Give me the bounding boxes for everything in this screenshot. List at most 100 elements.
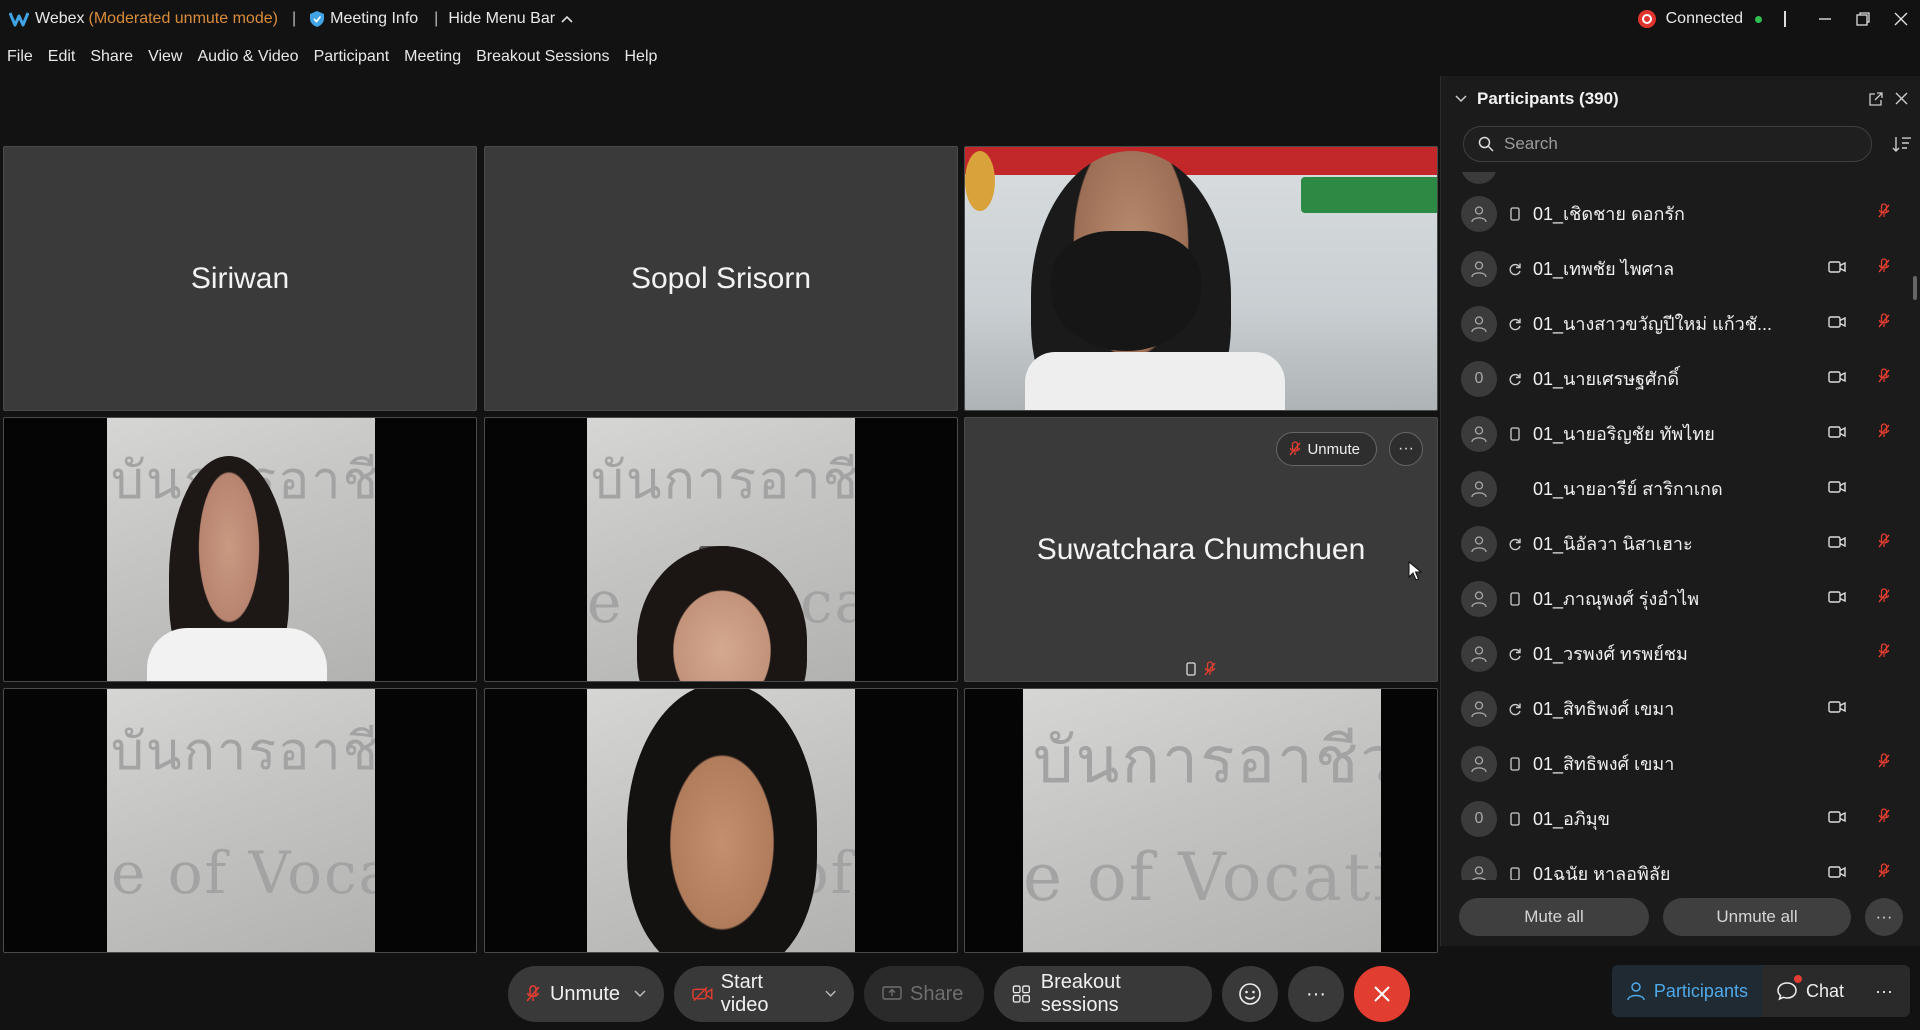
video-icon: [1828, 260, 1846, 273]
video-status: [1828, 480, 1846, 498]
hide-menu-bar-button[interactable]: Hide Menu Bar: [448, 10, 574, 28]
tile-unmute-button[interactable]: Unmute: [1276, 432, 1377, 466]
unread-badge: [1793, 975, 1802, 983]
person-icon: [1471, 425, 1487, 442]
menu-edit[interactable]: Edit: [48, 48, 76, 66]
minimize-button[interactable]: [1806, 0, 1844, 38]
list-item[interactable]: 01_ภาณุพงศ์ รุ่งอำไพ: [1461, 571, 1900, 626]
participant-search-input[interactable]: Search: [1463, 126, 1873, 162]
video-tile-suwatchara[interactable]: Unmute ··· Suwatchara Chumchuen: [964, 417, 1438, 682]
webex-logo-icon: [9, 12, 29, 27]
wall-lettering: บันการอาชีว: [591, 451, 855, 511]
mute-all-button[interactable]: Mute all: [1459, 898, 1649, 936]
leave-meeting-button[interactable]: [1354, 966, 1410, 1022]
face-mask: [1051, 231, 1201, 351]
list-item[interactable]: 01_นายอริญชัย ทัพไทย: [1461, 406, 1900, 461]
close-window-button[interactable]: [1882, 0, 1920, 38]
list-item[interactable]: 01_เชิดชาย ดอกรัก: [1461, 186, 1900, 241]
menu-audio-video[interactable]: Audio & Video: [197, 48, 298, 66]
unmute-all-button[interactable]: Unmute all: [1663, 898, 1851, 936]
more-icon: ···: [1398, 440, 1414, 457]
tab-chat[interactable]: Chat: [1761, 965, 1858, 1017]
panel-more-button[interactable]: ···: [1865, 898, 1903, 936]
mic-status[interactable]: [1878, 423, 1890, 444]
mic-status[interactable]: [1878, 753, 1890, 774]
chevron-up-icon: [561, 15, 573, 23]
video-tile-wall-2[interactable]: บันการอาชีว e of Vocati: [964, 688, 1438, 953]
sort-icon[interactable]: [1892, 135, 1912, 153]
device-indicator: [1505, 262, 1525, 276]
video-tile-wall-1[interactable]: บันการอาชีว e of Vocati: [3, 688, 477, 953]
list-item[interactable]: 01_นางสาวขวัญปีใหม่ แก้วชั...: [1461, 296, 1900, 351]
start-video-label: Start video: [720, 971, 769, 1016]
mic-status[interactable]: [1878, 203, 1890, 224]
list-item[interactable]: 01_นิอัลวา นิสาเฮาะ: [1461, 516, 1900, 571]
tile-more-button[interactable]: ···: [1389, 432, 1423, 466]
video-tile-masked-student[interactable]: [964, 146, 1438, 411]
list-item[interactable]: 0 01_นายเศรษฐศักดิ์: [1461, 351, 1900, 406]
more-options-button[interactable]: ···: [1288, 966, 1344, 1022]
chevron-down-icon[interactable]: [634, 990, 646, 998]
menu-participant[interactable]: Participant: [314, 48, 390, 66]
mic-status[interactable]: [1878, 643, 1890, 664]
tile-actions: Unmute ···: [1276, 432, 1423, 466]
reactions-button[interactable]: [1222, 966, 1278, 1022]
avatar-initial: 0: [1474, 809, 1484, 827]
menu-file[interactable]: File: [7, 48, 33, 66]
breakout-sessions-button[interactable]: Breakout sessions: [994, 966, 1212, 1022]
recording-icon[interactable]: [1637, 10, 1656, 28]
participant-name: Suwatchara Chumchuen: [1036, 532, 1366, 566]
menu-breakout-sessions[interactable]: Breakout Sessions: [476, 48, 609, 66]
mic-status[interactable]: [1878, 533, 1890, 554]
list-item[interactable]: 01_เทพชัย ไพศาล: [1461, 241, 1900, 296]
more-icon: ···: [1875, 980, 1893, 1001]
start-video-button[interactable]: Start video: [674, 966, 854, 1022]
phone-icon: [1510, 811, 1520, 826]
list-item[interactable]: 01_วรพงศ์ ทรพย์ชม: [1461, 626, 1900, 681]
menu-meeting[interactable]: Meeting: [404, 48, 461, 66]
meeting-mode: (Moderated unmute mode): [88, 10, 278, 27]
video-tile-woman-2[interactable]: บันการอาชีว e of Vocati: [484, 417, 958, 682]
list-item[interactable]: 01_นายอารีย์ สาริกาเกด: [1461, 461, 1900, 516]
meeting-info-button[interactable]: Meeting Info: [310, 10, 418, 28]
list-item[interactable]: 01_สิทธิพงศ์ เขมา: [1461, 681, 1900, 736]
mic-status[interactable]: [1878, 313, 1890, 334]
mouse-cursor-icon: [1408, 561, 1422, 581]
chevron-down-icon[interactable]: [1455, 95, 1467, 103]
menu-help[interactable]: Help: [625, 48, 658, 66]
video-tile-siriwan[interactable]: Siriwan: [3, 146, 477, 411]
meeting-controls: Unmute Start video Share Breakout sessio…: [508, 966, 1410, 1022]
video-icon: [1828, 315, 1846, 328]
video-tile-sopol[interactable]: Sopol Srisorn: [484, 146, 958, 411]
tab-participants[interactable]: Participants: [1611, 965, 1762, 1017]
participant-list: 01_เชิดชาย ดอกรัก 01_เทพชัย ไพศาล 01_นางสา…: [1441, 172, 1920, 880]
list-item[interactable]: 0 01_อภิมุข: [1461, 791, 1900, 846]
unmute-button[interactable]: Unmute: [508, 966, 664, 1022]
share-button[interactable]: Share: [864, 966, 984, 1022]
restore-button[interactable]: [1844, 0, 1882, 38]
mic-status[interactable]: [1878, 368, 1890, 389]
close-icon[interactable]: [1895, 92, 1908, 105]
scrollbar[interactable]: [1913, 276, 1917, 300]
tabs-more-button[interactable]: ···: [1858, 965, 1910, 1017]
video-icon: [1828, 590, 1846, 603]
device-indicator: [1505, 866, 1525, 880]
mic-status[interactable]: [1878, 588, 1890, 609]
menu-share[interactable]: Share: [90, 48, 133, 66]
video-feed: บันการอาชีว e of Vocati: [107, 689, 375, 952]
chevron-down-icon[interactable]: [825, 990, 836, 998]
list-item[interactable]: 01_สิทธิพงศ์ เขมา: [1461, 736, 1900, 791]
smiley-icon: [1239, 983, 1261, 1005]
list-item[interactable]: 01ฉนัย หาลอพิลัย: [1461, 846, 1900, 880]
video-icon: [1828, 425, 1846, 438]
person-icon: [1471, 480, 1487, 497]
mic-status[interactable]: [1878, 808, 1890, 829]
menu-view[interactable]: View: [148, 48, 182, 66]
mic-status[interactable]: [1878, 863, 1890, 880]
mic-status[interactable]: [1878, 258, 1890, 279]
video-tile-woman-1[interactable]: บันการอาชีว: [3, 417, 477, 682]
pop-out-icon[interactable]: [1869, 92, 1883, 106]
participant-name: 01_นายเศรษฐศักดิ์: [1533, 369, 1680, 389]
video-status: [1828, 590, 1846, 608]
video-tile-man[interactable]: e of Vocati: [484, 688, 958, 953]
